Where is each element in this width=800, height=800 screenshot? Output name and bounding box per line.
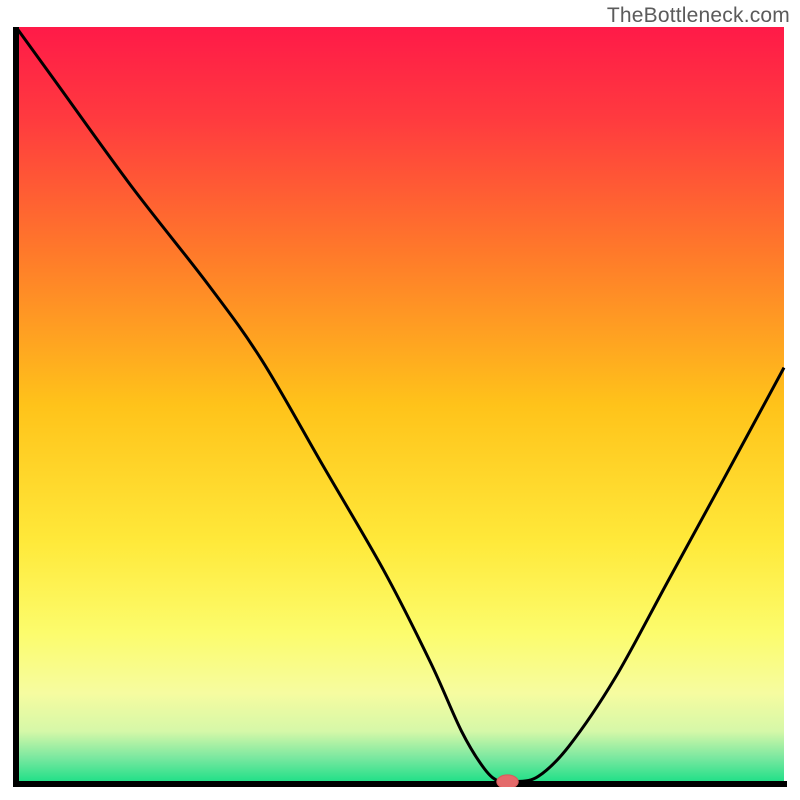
watermark-text: TheBottleneck.com [607, 4, 790, 28]
bottleneck-chart [13, 27, 787, 787]
gradient-background [16, 27, 784, 784]
chart-stage: TheBottleneck.com [0, 0, 800, 800]
chart-frame [13, 27, 787, 787]
optimal-point-marker [497, 775, 519, 787]
